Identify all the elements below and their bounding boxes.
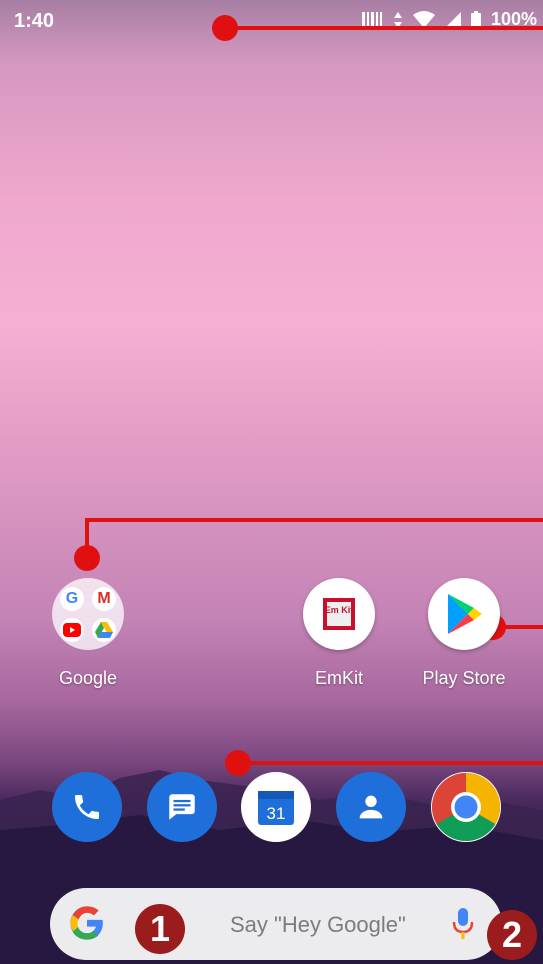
drive-mini-icon (92, 618, 116, 642)
google-folder-label: Google (58, 668, 118, 688)
messages-icon (169, 794, 195, 820)
google-folder[interactable]: G M Google (33, 578, 143, 689)
emkit-label: EmKit (314, 668, 363, 688)
annotation-line-dock (238, 761, 543, 765)
phone-icon (75, 795, 99, 819)
status-bar: 1:40 100% (0, 0, 543, 40)
emkit-icon: Em Kit (303, 578, 375, 650)
search-placeholder: Say "Hey Google" (230, 912, 406, 937)
google-search-bar[interactable]: Say "Hey Google" (50, 888, 502, 960)
play-store-app[interactable]: Play Store (409, 578, 519, 689)
google-folder-icon: G M (52, 578, 124, 650)
gmail-mini-icon: M (92, 587, 116, 611)
contacts-app[interactable] (336, 772, 406, 842)
messages-app[interactable] (147, 772, 217, 842)
calendar-app[interactable]: 31 (241, 772, 311, 842)
play-store-label: Play Store (422, 668, 506, 688)
phone-app[interactable] (52, 772, 122, 842)
chrome-app[interactable] (431, 772, 501, 842)
google-g-mini-icon: G (60, 587, 84, 611)
calendar-day: 31 (267, 804, 286, 823)
annotation-line-folder-horizontal (85, 518, 543, 522)
annotation-line-statusbar (225, 26, 543, 30)
calendar-icon: 31 (258, 791, 294, 825)
google-g-icon[interactable] (68, 904, 106, 947)
emkit-app[interactable]: Em Kit EmKit (284, 578, 394, 689)
annotation-dot-folder (74, 545, 100, 571)
annotation-badge-2: 2 (487, 910, 537, 960)
mic-icon[interactable] (452, 908, 474, 945)
emkit-logo-text: Em Kit (325, 605, 354, 615)
youtube-mini-icon (60, 618, 84, 642)
annotation-line-folder-vertical (85, 518, 89, 548)
chrome-icon (432, 773, 500, 841)
clock: 1:40 (14, 10, 55, 32)
play-store-icon (428, 578, 500, 650)
contacts-icon (359, 795, 383, 819)
annotation-badge-1: 1 (135, 904, 185, 954)
